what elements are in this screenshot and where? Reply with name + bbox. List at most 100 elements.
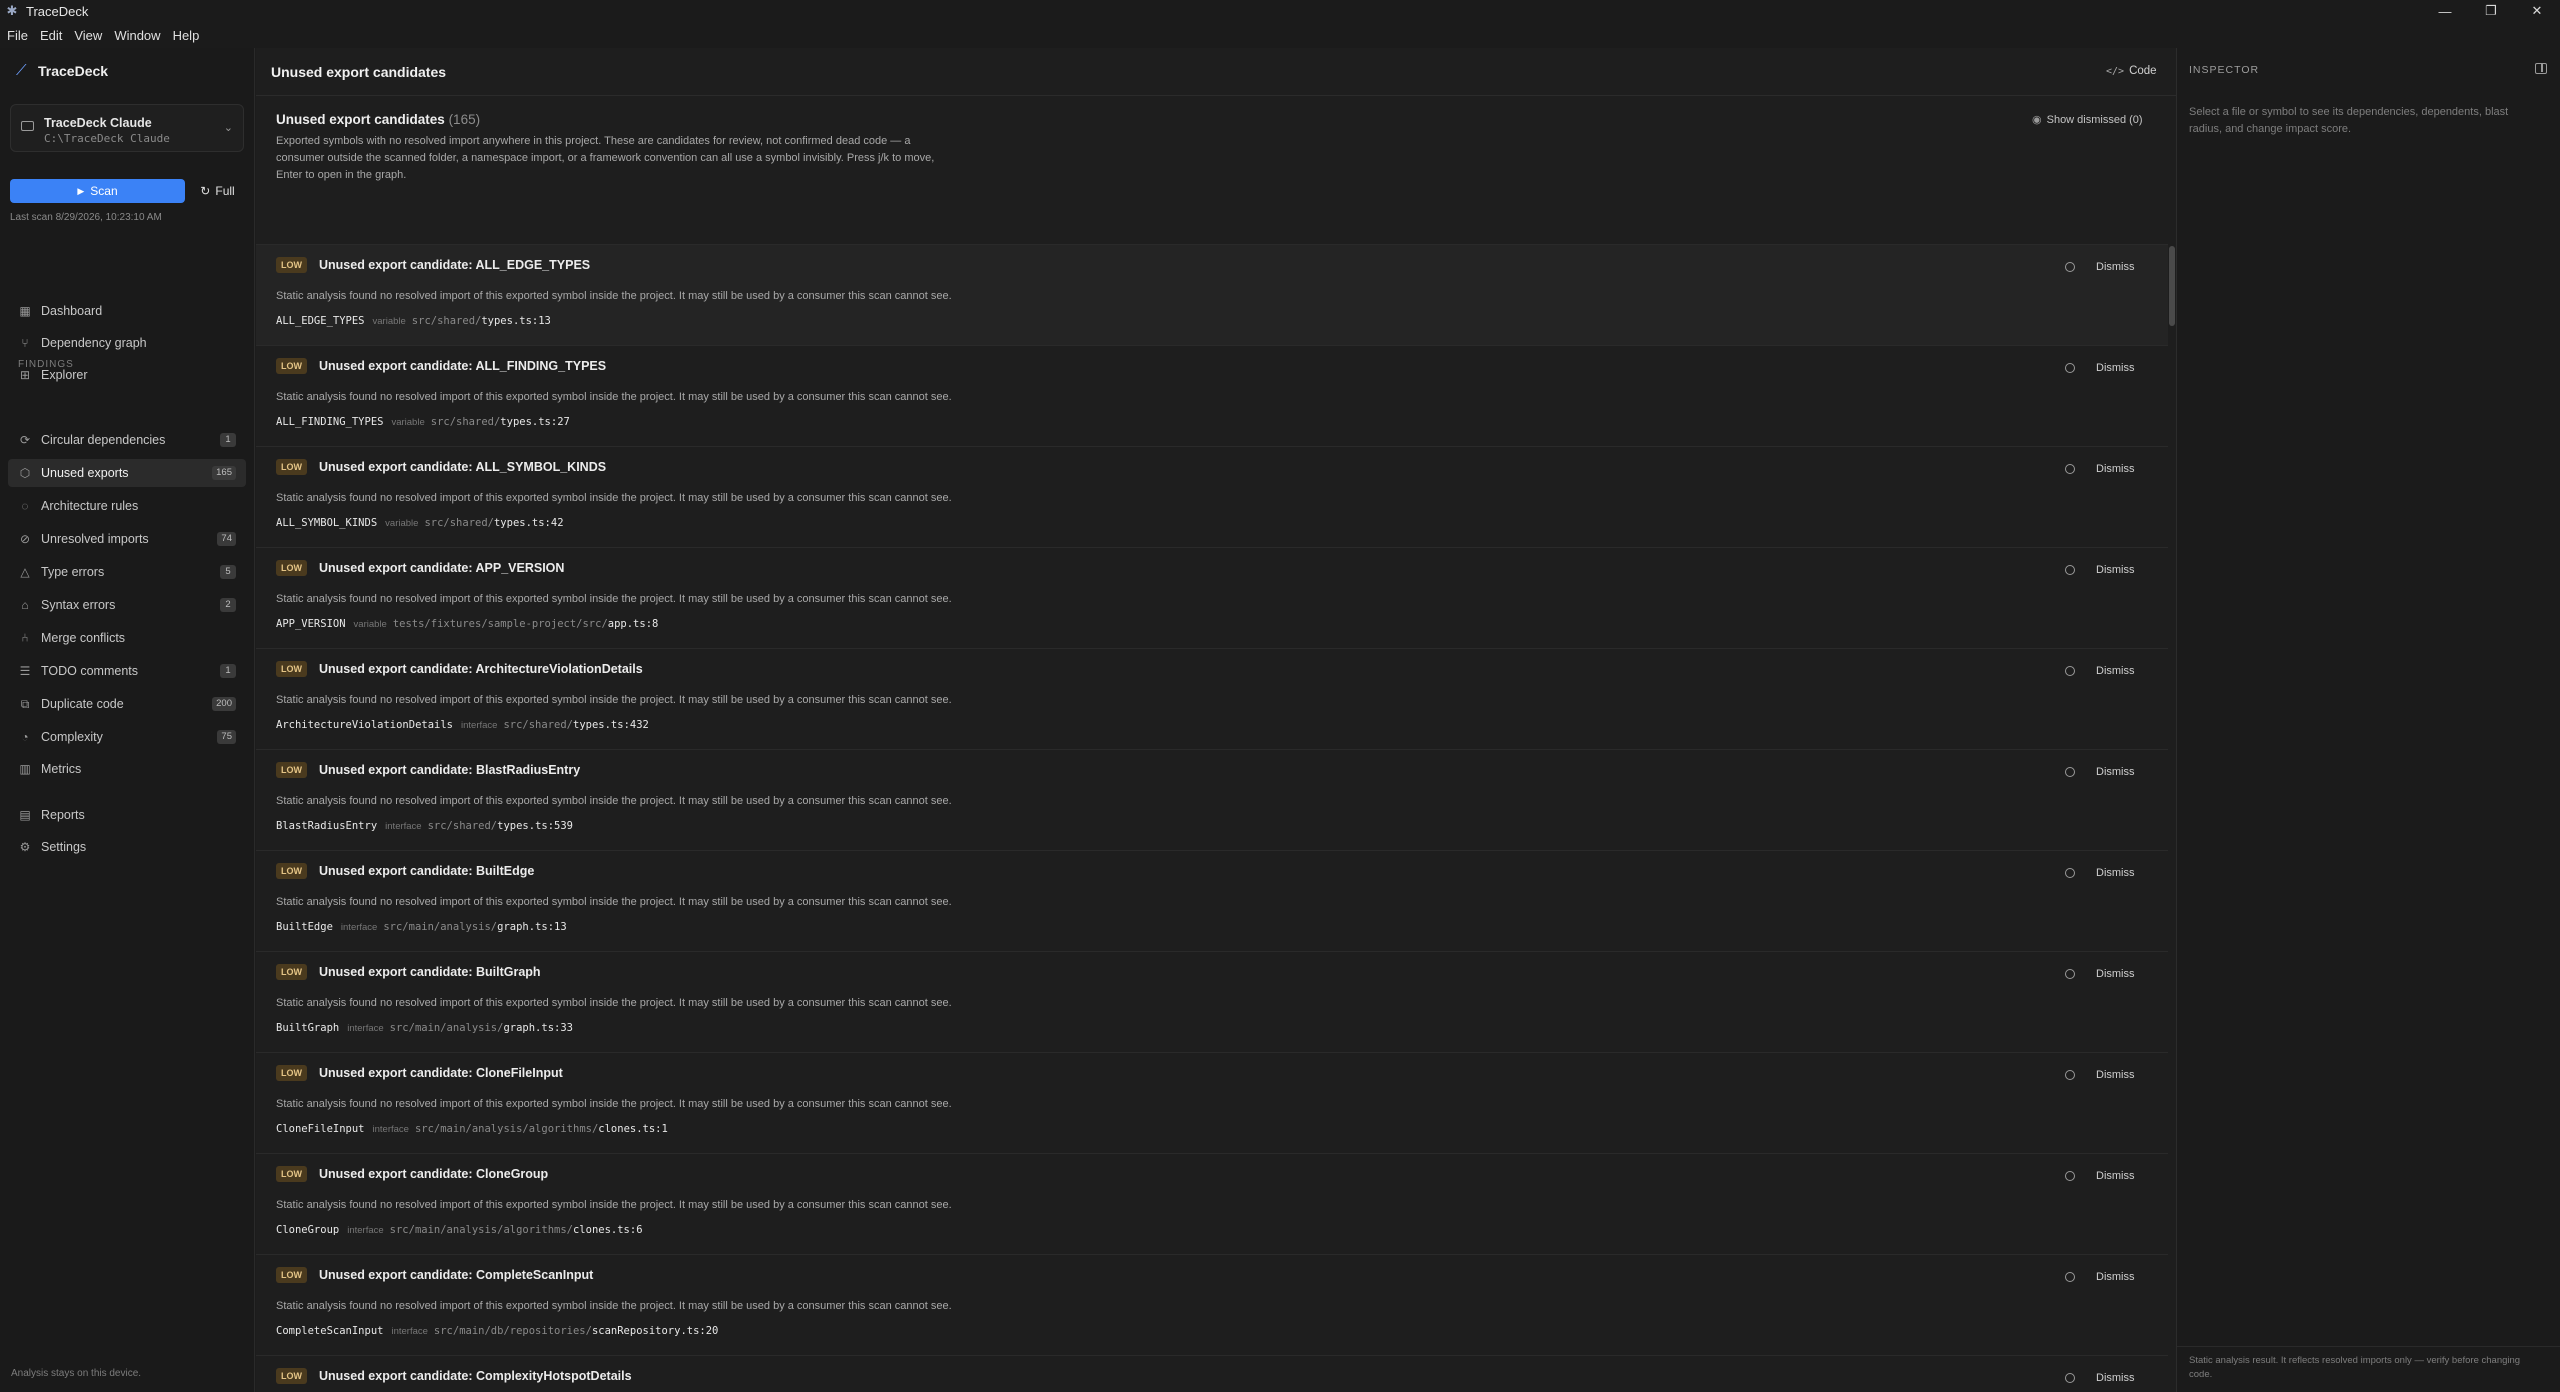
sidebar: ⟋ TraceDeck TraceDeck Claude C:\TraceDec… (0, 48, 255, 1392)
finding-description: Static analysis found no resolved import… (276, 391, 952, 403)
file-name[interactable]: types.ts:432 (573, 719, 649, 731)
menu-view[interactable]: View (74, 28, 102, 43)
target-icon[interactable] (2065, 262, 2075, 272)
finding-row[interactable]: LOW Unused export candidate: ComplexityHo… (256, 1355, 2168, 1392)
nav-unused-exports[interactable]: ⬡ Unused exports 165 (8, 459, 246, 487)
file-name[interactable]: scanRepository.ts:20 (592, 1325, 718, 1337)
target-icon[interactable] (2065, 969, 2075, 979)
symbol-name[interactable]: ALL_EDGE_TYPES (276, 315, 365, 327)
show-dismissed-label: Show dismissed (0) (2046, 114, 2143, 126)
file-name[interactable]: graph.ts:33 (503, 1022, 573, 1034)
file-name[interactable]: types.ts:27 (500, 416, 570, 428)
finding-row[interactable]: LOW Unused export candidate: Architecture… (256, 648, 2168, 749)
symbol-name[interactable]: BlastRadiusEntry (276, 820, 377, 832)
duplicate-icon: ⧉ (20, 696, 30, 711)
finding-row[interactable]: LOW Unused export candidate: BlastRadiusE… (256, 749, 2168, 850)
nav-circular-dependencies[interactable]: ⟳ Circular dependencies 1 (8, 426, 246, 454)
close-button[interactable]: ✕ (2514, 0, 2560, 22)
panel-toggle-icon[interactable] (2535, 63, 2547, 74)
finding-title: Unused export candidate: APP_VERSION (319, 561, 565, 575)
file-name[interactable]: types.ts:13 (481, 315, 551, 327)
target-icon[interactable] (2065, 464, 2075, 474)
minimize-button[interactable]: — (2422, 0, 2468, 22)
restore-button[interactable]: ❐ (2468, 0, 2514, 22)
dismiss-button[interactable]: Dismiss (2096, 261, 2135, 273)
findings-list: LOW Unused export candidate: ALL_EDGE_TYP… (256, 244, 2168, 1392)
dismiss-button[interactable]: Dismiss (2096, 867, 2135, 879)
code-button[interactable]: </> Code (2106, 65, 2157, 77)
show-dismissed-toggle[interactable]: ◉ Show dismissed (0) (2032, 113, 2143, 126)
nav-architecture-rules[interactable]: ◌ Architecture rules (8, 492, 246, 520)
file-directory: src/shared/ (424, 517, 494, 529)
menu-window[interactable]: Window (114, 28, 160, 43)
finding-row[interactable]: LOW Unused export candidate: BuiltGraph St… (256, 951, 2168, 1052)
finding-location: ArchitectureViolationDetails interface src… (276, 719, 649, 731)
scrollbar-thumb[interactable] (2169, 246, 2175, 326)
nav-todo-comments[interactable]: ☰ TODO comments 1 (8, 657, 246, 685)
menu-help[interactable]: Help (173, 28, 200, 43)
nav-type-errors[interactable]: △ Type errors 5 (8, 558, 246, 586)
syntax-icon: ⌂ (21, 598, 29, 612)
dismiss-button[interactable]: Dismiss (2096, 665, 2135, 677)
full-scan-button[interactable]: ↻ Full (191, 179, 244, 203)
target-icon[interactable] (2065, 363, 2075, 373)
finding-row[interactable]: LOW Unused export candidate: CompleteScan… (256, 1254, 2168, 1355)
dismiss-button[interactable]: Dismiss (2096, 362, 2135, 374)
target-icon[interactable] (2065, 565, 2075, 575)
finding-row[interactable]: LOW Unused export candidate: ALL_EDGE_TYP… (256, 244, 2168, 345)
dismiss-button[interactable]: Dismiss (2096, 1271, 2135, 1283)
finding-row[interactable]: LOW Unused export candidate: ALL_FINDING_… (256, 345, 2168, 446)
symbol-name[interactable]: CompleteScanInput (276, 1325, 383, 1337)
dismiss-button[interactable]: Dismiss (2096, 1069, 2135, 1081)
nav-complexity[interactable]: ◔ Complexity 75 (8, 723, 246, 751)
finding-row[interactable]: LOW Unused export candidate: ALL_SYMBOL_K… (256, 446, 2168, 547)
symbol-name[interactable]: BuiltEdge (276, 921, 333, 933)
dismiss-button[interactable]: Dismiss (2096, 1170, 2135, 1182)
nav-reports[interactable]: ▤ Reports (8, 801, 246, 829)
file-name[interactable]: graph.ts:13 (497, 921, 567, 933)
nav-syntax-errors[interactable]: ⌂ Syntax errors 2 (8, 591, 246, 619)
target-icon[interactable] (2065, 1272, 2075, 1282)
symbol-kind: interface (340, 922, 378, 933)
finding-row[interactable]: LOW Unused export candidate: CloneGroup St… (256, 1153, 2168, 1254)
nav-settings[interactable]: ⚙ Settings (8, 833, 246, 861)
scan-button[interactable]: ▶ Scan (10, 179, 185, 203)
file-name[interactable]: types.ts:42 (494, 517, 564, 529)
nav-merge-conflicts[interactable]: ⑃ Merge conflicts (8, 624, 246, 652)
finding-location: CloneGroup interface src/main/analysis/alg… (276, 1224, 643, 1236)
nav-dashboard[interactable]: ▦ Dashboard (8, 297, 246, 325)
target-icon[interactable] (2065, 1373, 2075, 1383)
dismiss-button[interactable]: Dismiss (2096, 1372, 2135, 1384)
symbol-name[interactable]: ALL_FINDING_TYPES (276, 416, 383, 428)
nav-duplicate-code[interactable]: ⧉ Duplicate code 200 (8, 690, 246, 718)
dismiss-button[interactable]: Dismiss (2096, 564, 2135, 576)
finding-row[interactable]: LOW Unused export candidate: APP_VERSION S… (256, 547, 2168, 648)
menu-file[interactable]: File (7, 28, 28, 43)
target-icon[interactable] (2065, 1070, 2075, 1080)
symbol-name[interactable]: ArchitectureViolationDetails (276, 719, 453, 731)
dismiss-button[interactable]: Dismiss (2096, 463, 2135, 475)
nav-unresolved-imports[interactable]: ⊘ Unresolved imports 74 (8, 525, 246, 553)
target-icon[interactable] (2065, 868, 2075, 878)
finding-row[interactable]: LOW Unused export candidate: BuiltEdge Sta… (256, 850, 2168, 951)
target-icon[interactable] (2065, 666, 2075, 676)
dismiss-button[interactable]: Dismiss (2096, 766, 2135, 778)
symbol-name[interactable]: APP_VERSION (276, 618, 346, 630)
nav-metrics[interactable]: ▥ Metrics (8, 755, 246, 783)
symbol-name[interactable]: CloneFileInput (276, 1123, 365, 1135)
file-name[interactable]: app.ts:8 (608, 618, 659, 630)
scrollbar-track[interactable] (2168, 244, 2176, 1392)
finding-row[interactable]: LOW Unused export candidate: CloneFileInp… (256, 1052, 2168, 1153)
target-icon[interactable] (2065, 1171, 2075, 1181)
symbol-name[interactable]: ALL_SYMBOL_KINDS (276, 517, 377, 529)
symbol-name[interactable]: BuiltGraph (276, 1022, 339, 1034)
file-name[interactable]: clones.ts:1 (598, 1123, 668, 1135)
target-icon[interactable] (2065, 767, 2075, 777)
nav-dependency-graph[interactable]: ⑂ Dependency graph (8, 329, 246, 357)
menu-edit[interactable]: Edit (40, 28, 62, 43)
project-switcher[interactable]: TraceDeck Claude C:\TraceDeck Claude ⌄ (10, 104, 244, 152)
file-name[interactable]: types.ts:539 (497, 820, 573, 832)
dismiss-button[interactable]: Dismiss (2096, 968, 2135, 980)
symbol-name[interactable]: CloneGroup (276, 1224, 339, 1236)
file-name[interactable]: clones.ts:6 (573, 1224, 643, 1236)
